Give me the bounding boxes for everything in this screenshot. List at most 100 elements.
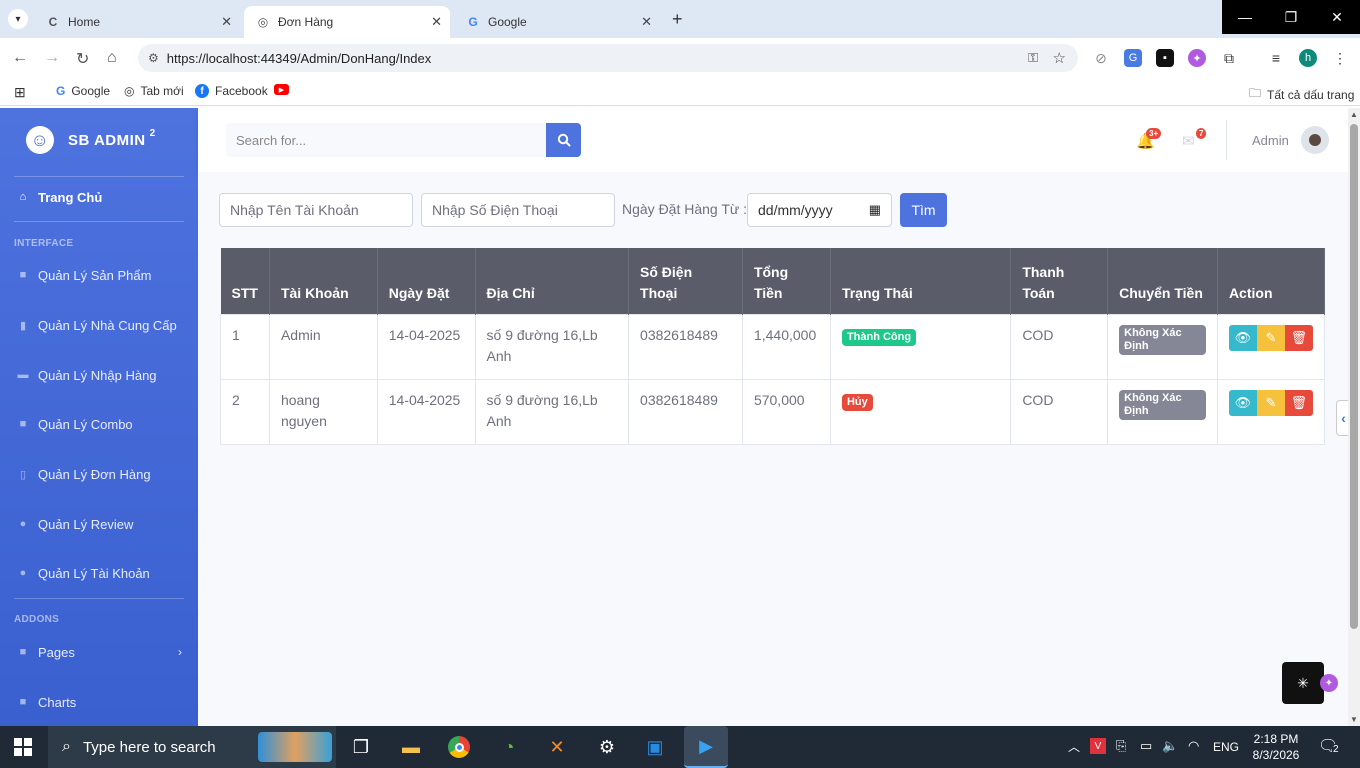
- tab-search-chevron-icon[interactable]: ▾: [8, 9, 28, 29]
- date-filter-label: Ngày Đặt Hàng Từ :: [622, 201, 748, 217]
- edit-button[interactable]: ✎: [1256, 324, 1285, 351]
- find-button[interactable]: Tìm: [900, 193, 947, 227]
- minimize-icon[interactable]: —: [1222, 0, 1268, 34]
- file-explorer-icon[interactable]: ▬: [396, 732, 426, 762]
- app-green-icon[interactable]: ◔: [494, 732, 524, 762]
- edit-button[interactable]: ✎: [1256, 389, 1285, 416]
- url-field[interactable]: ⚙ https://localhost:44349/Admin/DonHang/…: [138, 44, 1078, 72]
- app-blue-icon[interactable]: ▣: [640, 732, 670, 762]
- tab-home[interactable]: C Home ✕: [34, 6, 240, 38]
- delete-button[interactable]: 🗑: [1284, 389, 1313, 416]
- home-icon: ⌂: [19, 191, 27, 203]
- sidebar-item-charts[interactable]: ■ Charts: [0, 685, 198, 719]
- windows-start-icon[interactable]: [14, 738, 32, 756]
- close-icon[interactable]: ✕: [431, 14, 442, 30]
- truck-icon: ▬: [17, 369, 29, 381]
- sidebar-item-pages[interactable]: ■ Pages ›: [0, 635, 198, 669]
- taskbar-search[interactable]: ⌕ Type here to search: [48, 726, 336, 768]
- volume-icon[interactable]: 🔈: [1162, 738, 1178, 754]
- all-bookmarks[interactable]: 🗀 Tất cả dấu trang: [1249, 84, 1354, 105]
- sidebar-item-reviews[interactable]: ● Quản Lý Review: [0, 507, 198, 541]
- search-input[interactable]: Search for...: [226, 123, 546, 157]
- chevron-up-icon[interactable]: ︿: [1068, 738, 1080, 755]
- compass-icon[interactable]: ⊘: [1092, 49, 1110, 67]
- column-header: Tổng Tiền: [742, 248, 831, 314]
- site-info-icon[interactable]: ⚙: [148, 51, 159, 65]
- apps-icon[interactable]: ⊞: [14, 84, 26, 101]
- tray-device-icon[interactable]: ⎘: [1116, 738, 1126, 754]
- reload-icon[interactable]: ↻: [76, 49, 89, 69]
- back-icon[interactable]: ←: [12, 49, 28, 67]
- key-icon[interactable]: ⚿: [1028, 50, 1038, 66]
- sidebar-item-dashboard[interactable]: ⌂ Trang Chủ: [0, 180, 198, 214]
- alerts-dropdown[interactable]: 🔔 3+: [1136, 128, 1162, 150]
- clock[interactable]: 2:18 PM 8/3/2026: [1246, 731, 1306, 763]
- restore-icon[interactable]: ❐: [1268, 0, 1314, 34]
- date-filter-input[interactable]: dd/mm/yyyy ▦: [747, 193, 892, 227]
- sidebar-item-imports[interactable]: ▬ Quản Lý Nhập Hàng: [0, 358, 198, 392]
- sidebar-item-combo[interactable]: ■ Quản Lý Combo: [0, 407, 198, 441]
- search-highlight-image: [258, 732, 332, 762]
- view-button[interactable]: 👁: [1228, 389, 1257, 416]
- delete-button[interactable]: 🗑: [1284, 324, 1313, 351]
- cell-account: hoang nguyen: [268, 378, 378, 445]
- extension-icon[interactable]: ▪: [1156, 49, 1174, 67]
- tab-google[interactable]: G Google ✕: [454, 6, 660, 38]
- account-filter-input[interactable]: Nhập Tên Tài Khoản: [219, 193, 413, 227]
- wifi-icon[interactable]: ◠: [1188, 738, 1199, 754]
- status-badge: Thành Công: [841, 328, 917, 346]
- chrome-icon[interactable]: [444, 732, 474, 762]
- brand[interactable]: ☺ SB ADMIN 2: [0, 122, 198, 158]
- media-icon[interactable]: ≡: [1267, 49, 1285, 67]
- calendar-icon[interactable]: ▦: [869, 202, 881, 218]
- cell-payment: COD: [1010, 378, 1109, 445]
- tab-don-hang[interactable]: ◎ Đơn Hàng ✕: [244, 6, 450, 38]
- profile-avatar[interactable]: h: [1299, 49, 1317, 67]
- sidebar-item-products[interactable]: ■ Quản Lý Sản Phẩm: [0, 258, 198, 292]
- close-icon[interactable]: ✕: [641, 14, 652, 30]
- sidebar-item-accounts[interactable]: ● Quản Lý Tài Khoản: [0, 556, 198, 590]
- user-name: Admin: [1252, 132, 1289, 148]
- user-dropdown[interactable]: Admin: [1252, 126, 1329, 154]
- cell-stt: 1: [220, 313, 270, 380]
- messages-count-badge: 7: [1196, 128, 1207, 139]
- forward-icon[interactable]: →: [44, 49, 60, 67]
- new-tab-icon[interactable]: +: [672, 9, 683, 30]
- facebook-icon: f: [195, 84, 209, 98]
- battery-icon[interactable]: ▭: [1140, 738, 1152, 754]
- menu-icon[interactable]: ⋮: [1331, 49, 1349, 67]
- star-icon[interactable]: ☆: [1053, 49, 1066, 67]
- brain-icon[interactable]: ✦: [1320, 674, 1338, 692]
- phone-filter-input[interactable]: Nhập Số Điện Thoại: [421, 193, 615, 227]
- vertical-scrollbar[interactable]: ▲ ▼: [1348, 108, 1360, 726]
- messages-dropdown[interactable]: ✉ 7: [1182, 128, 1207, 150]
- brain-icon[interactable]: ✦: [1188, 49, 1206, 67]
- youtube-icon[interactable]: ▶: [274, 84, 289, 95]
- scrollbar-thumb[interactable]: [1350, 124, 1358, 629]
- table-row: 2 hoang nguyen 14-04-2025 số 9 đường 16,…: [220, 378, 1326, 445]
- view-button[interactable]: 👁: [1228, 324, 1257, 351]
- bookmark-google[interactable]: G Google: [56, 84, 110, 98]
- app-active-icon[interactable]: ▶: [684, 726, 728, 768]
- trash-icon: 🗑: [1290, 395, 1308, 410]
- bookmark-facebook[interactable]: f Facebook: [195, 84, 268, 98]
- translate-icon[interactable]: G: [1124, 49, 1142, 67]
- sidebar-item-suppliers[interactable]: ▮ Quản Lý Nhà Cung Cấp: [0, 308, 198, 342]
- puzzle-icon[interactable]: ⧉: [1220, 49, 1238, 67]
- app-orange-icon[interactable]: ✕: [542, 732, 572, 762]
- scroll-down-icon[interactable]: ▼: [1350, 715, 1358, 724]
- close-window-icon[interactable]: ✕: [1314, 0, 1360, 34]
- search-button[interactable]: [546, 123, 581, 157]
- windows-taskbar: ⌕ Type here to search ❐ ▬ ◔ ✕ ⚙ ▣ ▶ ︿ V …: [0, 726, 1360, 768]
- language-indicator[interactable]: ENG: [1213, 740, 1239, 754]
- url-text: https://localhost:44349/Admin/DonHang/In…: [166, 50, 432, 66]
- close-icon[interactable]: ✕: [221, 14, 232, 30]
- home-icon[interactable]: ⌂: [107, 49, 117, 67]
- tray-app-icon[interactable]: V: [1090, 738, 1106, 754]
- task-view-icon[interactable]: ❐: [346, 732, 376, 762]
- sidebar-item-orders[interactable]: ▯ Quản Lý Đơn Hàng: [0, 457, 198, 491]
- settings-icon[interactable]: ⚙: [592, 732, 622, 762]
- floating-widget[interactable]: ✳: [1282, 662, 1324, 704]
- scroll-up-icon[interactable]: ▲: [1350, 110, 1358, 119]
- bookmark-new-tab[interactable]: ◎ Tab mới: [124, 84, 184, 98]
